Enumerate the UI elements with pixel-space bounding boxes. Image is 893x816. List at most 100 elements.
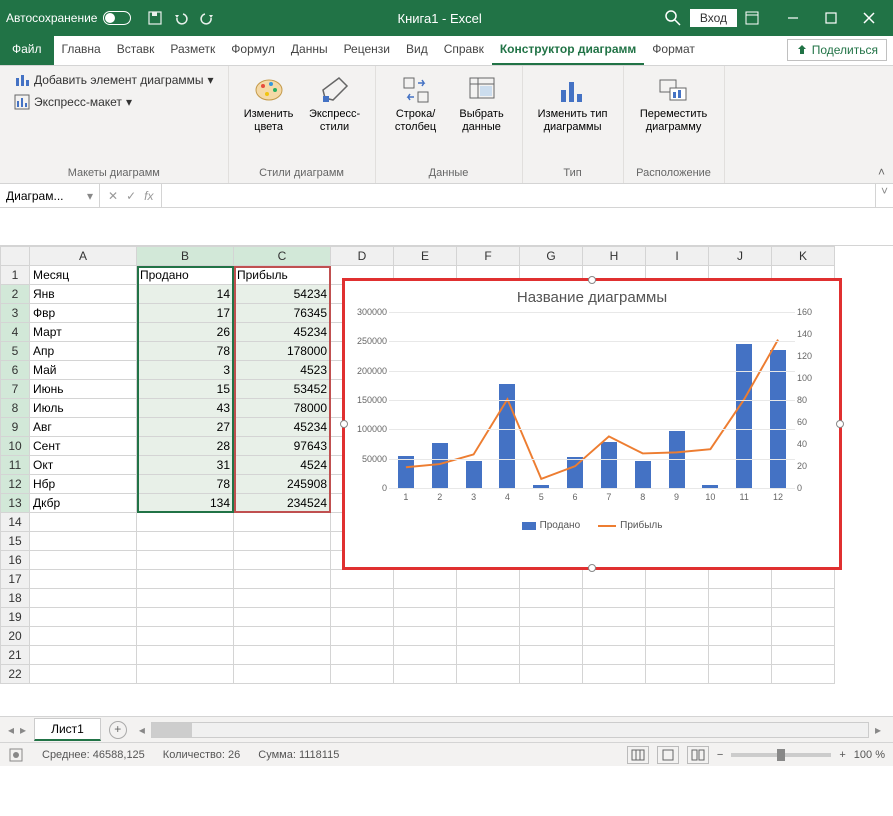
column-header[interactable]: G: [520, 246, 583, 266]
resize-handle[interactable]: [340, 420, 348, 428]
column-header[interactable]: A: [30, 246, 137, 266]
cell[interactable]: 15: [137, 380, 234, 399]
minimize-button[interactable]: [775, 4, 811, 32]
cell[interactable]: [772, 665, 835, 684]
tab-file[interactable]: Файл: [0, 36, 54, 65]
row-header[interactable]: 22: [0, 665, 30, 684]
cell[interactable]: [709, 608, 772, 627]
maximize-button[interactable]: [813, 4, 849, 32]
column-header[interactable]: C: [234, 246, 331, 266]
cell[interactable]: [457, 665, 520, 684]
cell[interactable]: 54234: [234, 285, 331, 304]
cell[interactable]: Фвр: [30, 304, 137, 323]
cell[interactable]: [30, 665, 137, 684]
expand-formula-icon[interactable]: ˅: [875, 184, 893, 207]
column-header[interactable]: H: [583, 246, 646, 266]
row-header[interactable]: 21: [0, 646, 30, 665]
cell[interactable]: [457, 646, 520, 665]
cell[interactable]: 97643: [234, 437, 331, 456]
cell[interactable]: [137, 646, 234, 665]
quick-styles-button[interactable]: Экспресс-стили: [305, 70, 365, 134]
cell[interactable]: [331, 570, 394, 589]
row-header[interactable]: 5: [0, 342, 30, 361]
cell[interactable]: 43: [137, 399, 234, 418]
cell[interactable]: Прибыль: [234, 266, 331, 285]
cell[interactable]: [520, 608, 583, 627]
login-button[interactable]: Вход: [690, 9, 737, 27]
cell[interactable]: [394, 608, 457, 627]
change-colors-button[interactable]: Изменить цвета: [239, 70, 299, 134]
tab-view[interactable]: Вид: [398, 36, 436, 65]
cell[interactable]: [457, 627, 520, 646]
cell[interactable]: [646, 665, 709, 684]
column-header[interactable]: J: [709, 246, 772, 266]
formula-input[interactable]: [162, 184, 875, 207]
select-all-corner[interactable]: [0, 246, 30, 266]
cell[interactable]: Март: [30, 323, 137, 342]
zoom-in-button[interactable]: +: [839, 749, 845, 761]
cell[interactable]: [30, 570, 137, 589]
cell[interactable]: Янв: [30, 285, 137, 304]
row-header[interactable]: 1: [0, 266, 30, 285]
cell[interactable]: [772, 589, 835, 608]
row-header[interactable]: 4: [0, 323, 30, 342]
cell[interactable]: [646, 627, 709, 646]
row-header[interactable]: 6: [0, 361, 30, 380]
cell[interactable]: [331, 608, 394, 627]
row-header[interactable]: 12: [0, 475, 30, 494]
fx-icon[interactable]: fx: [144, 189, 153, 203]
cell[interactable]: [646, 570, 709, 589]
cell[interactable]: Окт: [30, 456, 137, 475]
cell[interactable]: [30, 589, 137, 608]
cell[interactable]: [137, 551, 234, 570]
cell[interactable]: [234, 551, 331, 570]
cell[interactable]: [646, 608, 709, 627]
cell[interactable]: [234, 532, 331, 551]
spreadsheet-grid[interactable]: 12345678910111213141516171819202122 ABCD…: [0, 246, 893, 716]
tab-insert[interactable]: Вставк: [109, 36, 163, 65]
cell[interactable]: [520, 627, 583, 646]
cell[interactable]: 78000: [234, 399, 331, 418]
row-header[interactable]: 11: [0, 456, 30, 475]
cell[interactable]: 134: [137, 494, 234, 513]
cell[interactable]: 76345: [234, 304, 331, 323]
tab-formulas[interactable]: Формул: [223, 36, 283, 65]
cell[interactable]: 78: [137, 342, 234, 361]
cell[interactable]: Месяц: [30, 266, 137, 285]
cell[interactable]: [583, 627, 646, 646]
row-header[interactable]: 20: [0, 627, 30, 646]
cell[interactable]: [772, 627, 835, 646]
zoom-out-button[interactable]: −: [717, 749, 723, 761]
cell[interactable]: [772, 570, 835, 589]
redo-icon[interactable]: [199, 10, 215, 26]
collapse-ribbon-icon[interactable]: ˄: [878, 165, 885, 179]
cell[interactable]: [709, 627, 772, 646]
select-data-button[interactable]: Выбрать данные: [452, 70, 512, 134]
cell[interactable]: [520, 646, 583, 665]
cell[interactable]: 178000: [234, 342, 331, 361]
cell[interactable]: [30, 551, 137, 570]
cell[interactable]: [520, 570, 583, 589]
scroll-right-icon[interactable]: ▸: [875, 723, 881, 737]
switch-rowcol-button[interactable]: Строка/столбец: [386, 70, 446, 134]
cell[interactable]: [137, 532, 234, 551]
cell[interactable]: [137, 608, 234, 627]
cell[interactable]: [234, 589, 331, 608]
zoom-slider[interactable]: [731, 753, 831, 757]
cell[interactable]: 245908: [234, 475, 331, 494]
search-icon[interactable]: [664, 9, 682, 27]
cell[interactable]: [137, 665, 234, 684]
column-header[interactable]: K: [772, 246, 835, 266]
column-header[interactable]: B: [137, 246, 234, 266]
cell[interactable]: [457, 608, 520, 627]
cell[interactable]: Продано: [137, 266, 234, 285]
cell[interactable]: [137, 627, 234, 646]
cell[interactable]: [583, 646, 646, 665]
change-chart-type-button[interactable]: Изменить тип диаграммы: [533, 70, 613, 134]
row-header[interactable]: 15: [0, 532, 30, 551]
column-header[interactable]: E: [394, 246, 457, 266]
cell[interactable]: [137, 513, 234, 532]
cell[interactable]: 26: [137, 323, 234, 342]
resize-handle[interactable]: [588, 564, 596, 572]
cell[interactable]: [234, 665, 331, 684]
